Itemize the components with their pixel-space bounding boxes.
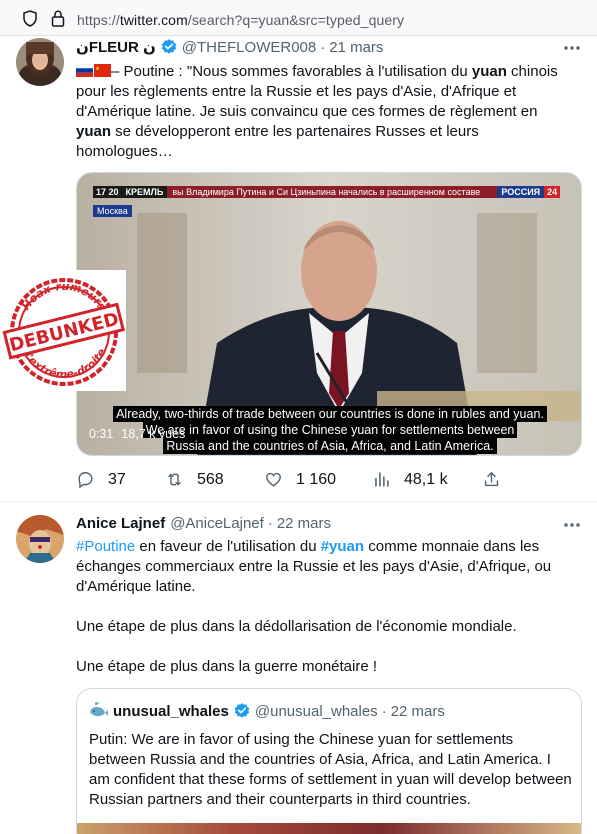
reply-count: 37 [108,470,126,488]
tv-channel-number: 24 [544,186,561,198]
url-text[interactable]: https://twitter.com/search?q=yuan&src=ty… [77,12,404,28]
avatar-image-icon [16,515,64,563]
hashtag-link[interactable]: #yuan [321,538,364,555]
quoted-tweet-text: Putin: We are in favor of using the Chin… [89,731,572,808]
tweet-paragraph: Une étape de plus dans la guerre monétai… [76,658,378,675]
more-options-icon[interactable] [562,38,582,58]
tweet-paragraph: Une étape de plus dans la dédollarisatio… [76,618,517,635]
tweet-divider [0,501,597,502]
separator-dot: · [320,38,326,56]
tweet-actions: 37 568 1 160 48,1 k [76,470,582,490]
debunked-stamp-icon: Hoax-rumeurs d'extrême-droite DEBUNKED [2,278,125,386]
quoted-tweet-card[interactable]: unusual_whales @unusual_whales · 22 mars… [76,688,582,834]
tweet-text: – Poutine : "Nous sommes favorables à l'… [75,62,576,162]
heart-icon [266,472,281,487]
tweet-date[interactable]: 22 mars [277,515,331,532]
user-handle[interactable]: @THEFLOWER008 [182,39,316,56]
tv-time: 17 20 [93,186,122,198]
tweet-video[interactable]: 17 20 КРЕМЛЬ вы Владимира Путина и Си Цз… [76,172,582,456]
quoted-user-handle: @unusual_whales [254,702,378,720]
tweet-text-part: – Poutine : "Nous sommes favorables à l'… [111,63,472,80]
url-domain: twitter.com [119,12,188,28]
tweet-header: ﻥFLEUR ﻥ @THEFLOWER008 · 21 mars [76,38,383,57]
user-handle[interactable]: @AniceLajnef [170,515,264,532]
analytics-icon [375,472,389,487]
stamp-main-text: DEBUNKED [7,309,121,356]
quoted-tweet-header: unusual_whales @unusual_whales · 22 mars [89,702,445,720]
quoted-display-name: unusual_whales [113,702,229,720]
lock-icon[interactable] [51,10,65,27]
whale-icon [90,702,108,717]
subtitle-line: Already, two-thirds of trade between our… [113,406,547,422]
avatar[interactable] [16,515,64,563]
verified-badge-icon [161,39,176,54]
hashtag-link[interactable]: #Poutine [76,538,135,555]
reply-icon [78,472,93,489]
retweet-icon [168,473,181,486]
like-button[interactable]: 1 160 [264,470,336,489]
url-path: /search?q=yuan&src=typed_query [187,12,405,28]
quoted-media-preview[interactable] [77,823,581,834]
tv-channel-left: КРЕМЛЬ [121,186,168,198]
russia-flag-icon [75,63,94,77]
separator-dot: · [267,515,273,532]
highlight-keyword: yuan [471,63,507,80]
quoted-tweet-date: 22 mars [390,702,445,720]
shield-icon[interactable] [22,10,38,27]
reply-button[interactable]: 37 [76,470,126,489]
url-scheme: https:// [77,12,120,28]
highlight-keyword: yuan [76,123,112,140]
browser-address-bar[interactable]: https://twitter.com/search?q=yuan&src=ty… [0,0,597,36]
share-icon [484,472,499,487]
share-button[interactable] [482,470,514,489]
tv-channel-right: РОССИЯ [497,186,545,198]
debunked-stamp: Hoax-rumeurs d'extrême-droite DEBUNKED [0,270,126,391]
tweet-text-part: se développeront entre les partenaires R… [76,123,479,160]
avatar-image-icon [16,38,64,86]
tweet-paragraph: #Poutine en faveur de l'utilisation du #… [76,537,584,597]
stamp-top-text: Hoax-rumeurs [19,280,109,313]
like-count: 1 160 [296,470,337,488]
tweet-text-part: en faveur de l'utilisation du [135,538,321,555]
views-button[interactable]: 48,1 k [372,470,448,489]
display-name[interactable]: ﻥFLEUR ﻥ [76,38,156,56]
video-duration-badge: 0:31 18,7 k vues [89,427,185,441]
tweet-date[interactable]: 21 mars [329,39,383,56]
video-duration: 0:31 [89,427,114,441]
more-options-icon[interactable] [562,515,582,535]
tv-ticker-bar: 17 20 КРЕМЛЬ вы Владимира Путина и Си Цз… [93,184,563,200]
tv-ticker-text: вы Владимира Путина и Си Цзиньпина начал… [167,186,498,198]
tv-location: Москва [93,205,132,217]
china-flag-icon [94,64,111,77]
video-views: 18,7 k vues [121,427,186,441]
retweet-count: 568 [197,470,224,488]
svg-text:Hoax-rumeurs: Hoax-rumeurs [19,280,109,313]
display-name[interactable]: Anice Lajnef [76,515,165,532]
separator-dot: · [381,702,387,720]
tweet-header: Anice Lajnef @AniceLajnef · 22 mars [76,515,331,532]
subtitle-line: Russia and the countries of Asia, Africa… [163,438,497,454]
avatar[interactable] [16,38,64,86]
verified-badge-icon [234,703,250,718]
view-count: 48,1 k [404,470,448,488]
tweet-text: #Poutine en faveur de l'utilisation du #… [76,537,584,677]
retweet-button[interactable]: 568 [165,470,224,489]
subtitle-line: We are in favor of using the Chinese yua… [142,422,518,438]
